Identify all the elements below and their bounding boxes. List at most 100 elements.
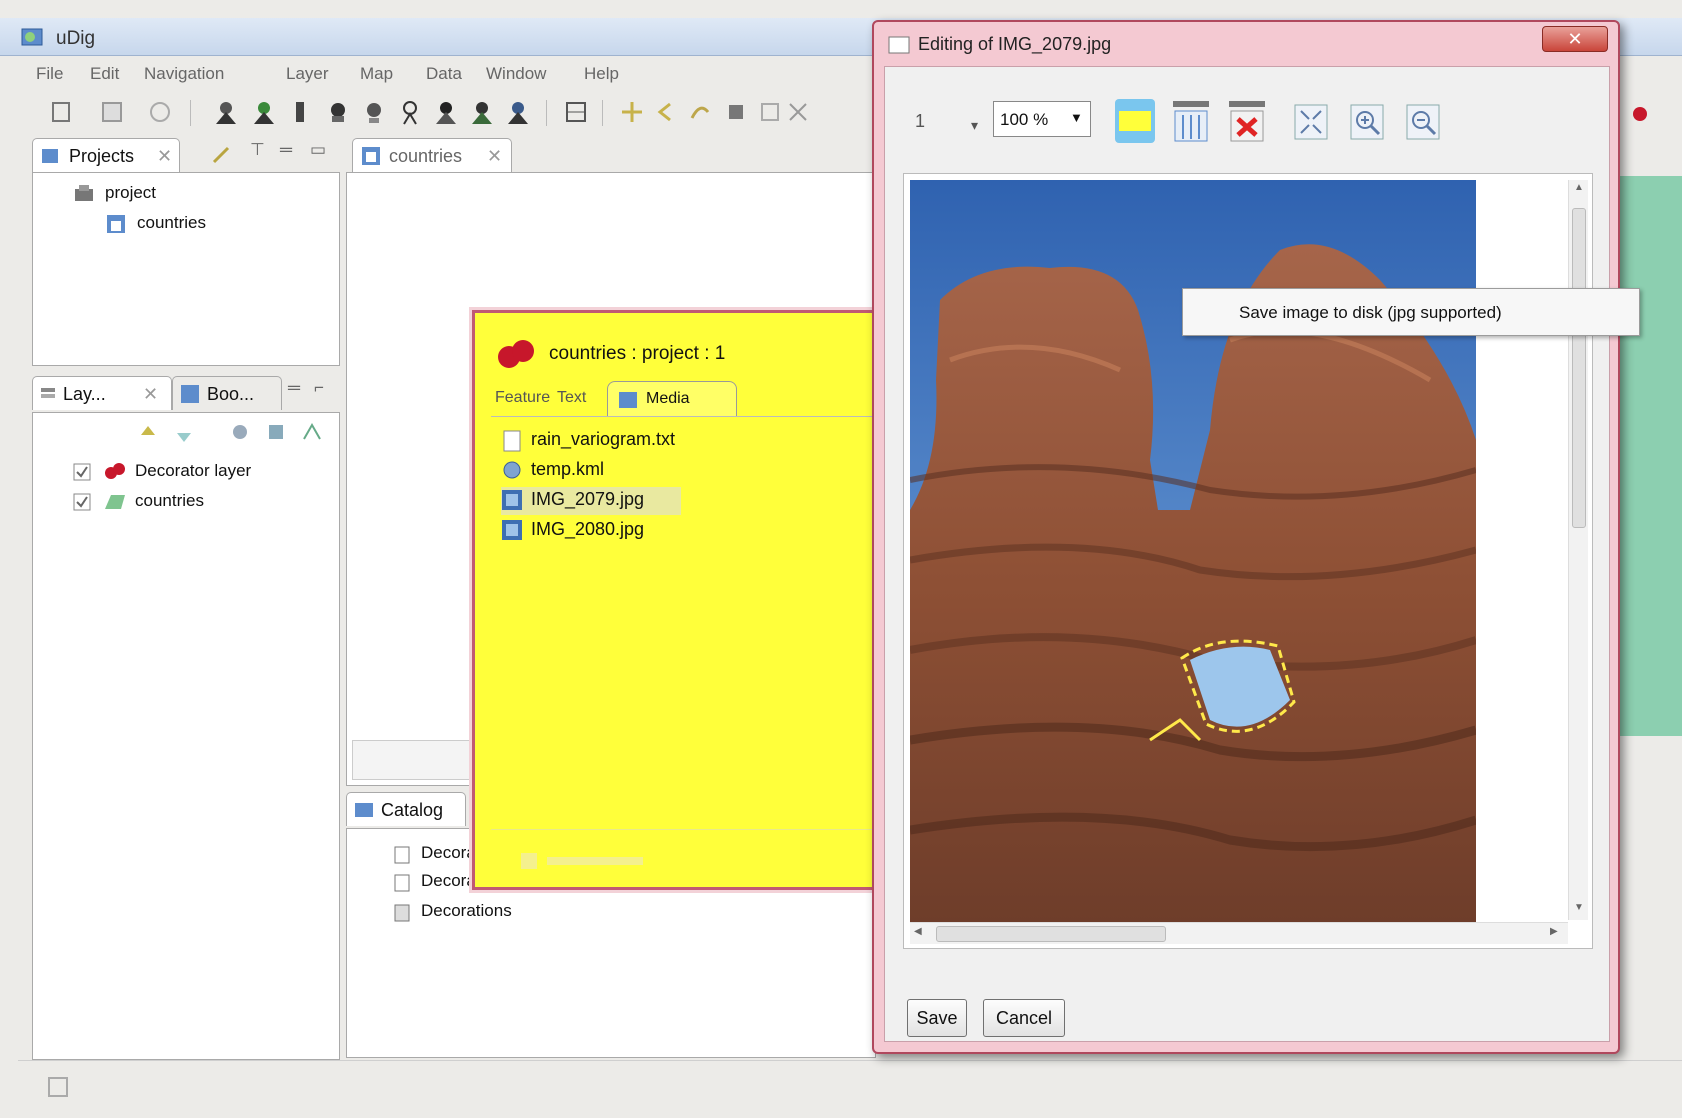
media-icon [618,390,638,410]
media-file-item[interactable]: temp.kml [531,459,604,480]
projects-view: project countries [32,172,340,366]
tool-icon[interactable] [722,98,750,126]
save-image-to-disk-menu-item[interactable]: Save image to disk (jpg supported) [1239,303,1502,323]
tab-text[interactable]: Text [557,389,586,407]
map-preview-strip [1620,176,1682,736]
zoom-out-icon[interactable] [396,98,424,126]
cancel-button[interactable]: Cancel [983,999,1065,1037]
menu-layer[interactable]: Layer [286,64,329,84]
scroll-left-icon[interactable]: ◀ [914,926,922,937]
projects-tree-item[interactable]: countries [137,213,206,233]
style-icon[interactable] [229,421,251,443]
line-width-dropdown-arrow[interactable]: ▾ [971,117,978,134]
projects-tree-item[interactable]: project [105,183,156,203]
menu-map[interactable]: Map [360,64,393,84]
menu-file[interactable]: File [36,64,63,84]
layers-tab-row: Lay... ✕ Boo... ═ ⌐ [32,372,340,412]
menu-help[interactable]: Help [584,64,619,84]
catalog-item[interactable]: Decorations [421,901,512,921]
zoom-select[interactable]: 100 % ▼ [993,101,1091,137]
new-icon[interactable] [48,98,76,126]
refresh-icon[interactable] [686,98,714,126]
media-file-item[interactable]: IMG_2080.jpg [531,519,644,540]
close-icon[interactable]: ✕ [487,146,502,167]
tab-feature[interactable]: Feature [495,389,550,407]
maximize-icon[interactable]: ⌐ [314,378,324,398]
layer-checkbox[interactable] [73,463,91,481]
grid-icon[interactable] [562,98,590,126]
close-icon[interactable]: ✕ [157,146,172,167]
vertical-scroll-thumb[interactable] [1572,208,1586,528]
menu-window[interactable]: Window [486,64,546,84]
layer-style-icon[interactable] [265,421,287,443]
extent-icon[interactable] [756,98,784,126]
fullscreen-icon[interactable] [784,98,812,126]
delete-icon[interactable] [1225,99,1269,145]
text-file-icon [501,429,523,453]
dialog-window-icon [888,36,910,54]
tab-media[interactable]: Media [607,381,737,417]
fit-icon[interactable] [1289,99,1333,145]
image-file-icon [501,489,523,511]
status-bar [18,1060,1682,1118]
feature-info-popup: countries : project : 1 Feature Text Med… [472,310,885,890]
fill-color-icon[interactable] [1113,97,1157,145]
back-icon[interactable] [652,98,680,126]
scroll-up-icon[interactable]: ▲ [1574,182,1584,193]
map-icon [105,213,129,235]
layer-label[interactable]: countries [135,491,204,511]
layer-checkbox[interactable] [73,493,91,511]
globe-icon [501,459,523,481]
zoom-in-icon[interactable] [360,98,388,126]
catalog-icon[interactable] [286,98,314,126]
tab-catalog[interactable]: Catalog [346,792,466,826]
zoom-out-icon[interactable] [1401,99,1445,145]
close-icon[interactable]: ✕ [143,384,158,405]
popup-title: countries : project : 1 [549,343,726,364]
layer-label[interactable]: Decorator layer [135,461,251,481]
media-file-item[interactable]: IMG_2079.jpg [531,489,644,510]
save-icon[interactable] [98,98,126,126]
tab-layers[interactable]: Lay... ✕ [32,376,172,410]
menu-data[interactable]: Data [426,64,462,84]
dialog-close-button[interactable]: ✕ [1542,26,1608,52]
view-menu-icon[interactable]: ⊤ [250,140,265,160]
horizontal-scrollbar[interactable]: ◀ ▶ [910,922,1568,944]
save-button[interactable]: Save [907,999,967,1037]
perspective-icon[interactable] [1628,102,1658,126]
edit-icon[interactable] [504,98,532,126]
projects-tab-row: Projects ✕ ⊤ ═ ▭ [32,138,340,172]
horizontal-scroll-thumb[interactable] [936,926,1166,942]
select-icon[interactable] [468,98,496,126]
editor-tab-row: countries ✕ [346,138,876,172]
tab-bookmarks[interactable]: Boo... [172,376,282,410]
scroll-down-icon[interactable]: ▼ [1574,902,1584,913]
bookmark-add-icon[interactable] [301,421,323,443]
close-icon[interactable] [146,98,174,126]
add-layer-icon[interactable] [212,98,240,126]
minimize-icon[interactable]: ═ [280,140,292,160]
layers-icon [39,385,59,403]
line-width-icon[interactable]: 1 [915,111,925,132]
cross-arrows-icon[interactable] [618,98,646,126]
add-data-icon[interactable] [250,98,278,126]
info-icon[interactable] [432,98,460,126]
maximize-icon[interactable]: ▭ [310,140,326,160]
line-style-icon[interactable] [1169,99,1213,145]
menu-navigation[interactable]: Navigation [144,64,224,84]
tab-map-countries[interactable]: countries ✕ [352,138,512,172]
minimize-icon[interactable]: ═ [288,378,300,398]
layers-view: Decorator layer countries [32,412,340,1060]
pan-icon[interactable] [324,98,352,126]
down-icon[interactable] [173,423,195,445]
decorator-icon [495,337,539,371]
media-file-item[interactable]: rain_variogram.txt [531,429,675,450]
right-toolbar-strip [1620,96,1682,136]
up-icon[interactable] [137,423,159,445]
status-icon [46,1075,70,1099]
zoom-in-icon[interactable] [1345,99,1389,145]
scroll-right-icon[interactable]: ▶ [1550,926,1558,937]
menu-edit[interactable]: Edit [90,64,119,84]
tab-projects[interactable]: Projects ✕ [32,138,180,172]
link-icon[interactable] [210,144,234,166]
